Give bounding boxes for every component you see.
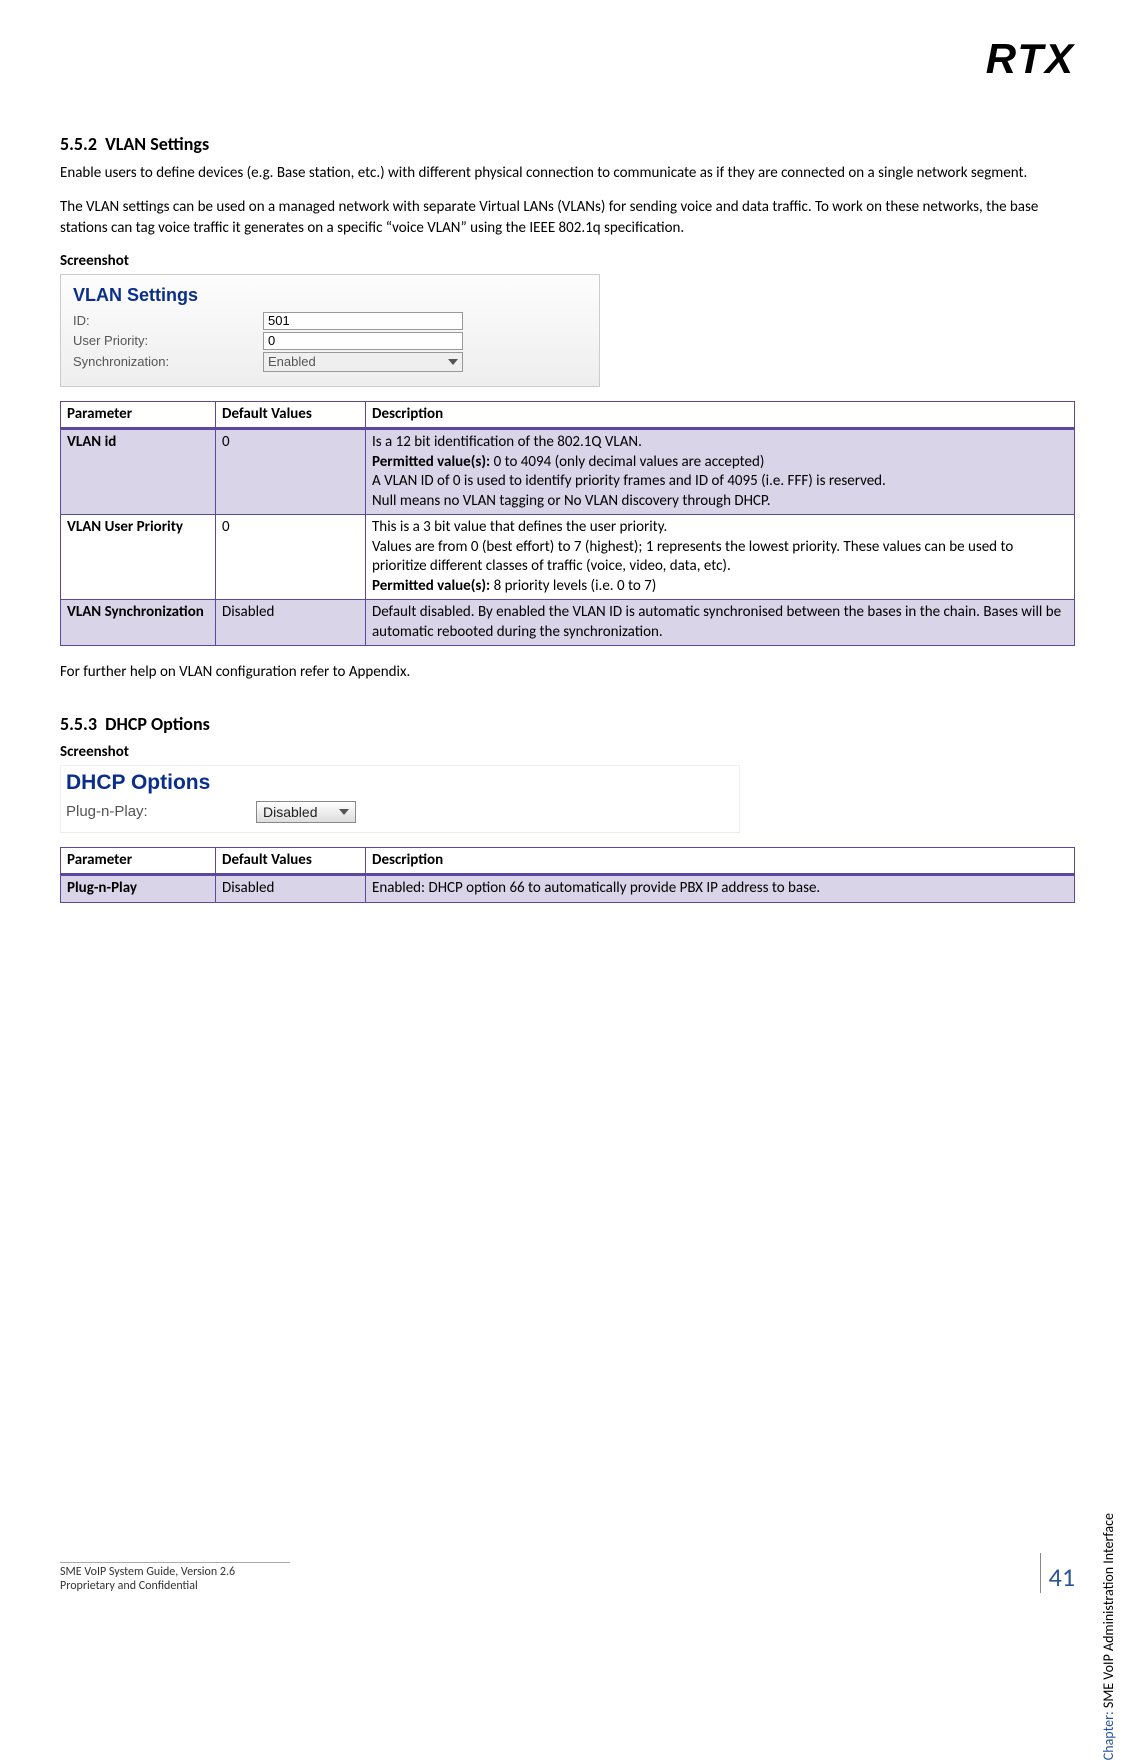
th-description: Description [366,847,1075,875]
dhcp-pnp-select[interactable]: Disabled [256,801,356,823]
th-description: Description [366,401,1075,429]
section-heading-552: 5.5.2 VLAN Settings [60,133,1075,155]
vlan-id-input[interactable] [263,312,463,330]
vlan-up-label: User Priority: [73,333,263,348]
chapter-side-label: Chapter: SME VoIP Administration Interfa… [1100,1513,1117,1760]
table-row: VLAN Synchronization Disabled Default di… [61,600,1075,646]
vlan-ss-title: VLAN Settings [73,285,587,306]
vlan-screenshot: VLAN Settings ID: User Priority: Synchro… [60,274,600,387]
dhcp-param-table: Parameter Default Values Description Plu… [60,847,1075,903]
dhcp-pnp-label: Plug-n-Play: [66,803,256,820]
section-heading-553: 5.5.3 DHCP Options [60,713,1075,735]
table-row: VLAN id 0 Is a 12 bit identification of … [61,429,1075,515]
vlan-sync-select[interactable]: Enabled [263,352,463,372]
th-parameter: Parameter [61,847,216,875]
rtx-logo: RTX [986,35,1075,83]
page-number: 41 [1040,1553,1075,1593]
th-parameter: Parameter [61,401,216,429]
screenshot-label-2: Screenshot [60,743,1075,761]
chevron-down-icon [448,359,458,365]
vlan-sync-label: Synchronization: [73,354,263,369]
page-header: RTX [60,35,1075,103]
dhcp-screenshot: DHCP Options Plug-n-Play: Disabled [60,765,740,833]
screenshot-label-1: Screenshot [60,252,1075,270]
dhcp-ss-title: DHCP Options [62,771,738,795]
table-row: Plug-n-Play Disabled Enabled: DHCP optio… [61,875,1075,903]
th-default: Default Values [216,847,366,875]
vlan-appendix-note: For further help on VLAN configuration r… [60,662,1075,682]
page-footer: SME VoIP System Guide, Version 2.6 Propr… [60,1553,1075,1593]
th-default: Default Values [216,401,366,429]
footer-guide: SME VoIP System Guide, Version 2.6 [60,1565,290,1579]
vlan-intro-1: Enable users to define devices (e.g. Bas… [60,163,1075,183]
vlan-param-table: Parameter Default Values Description VLA… [60,401,1075,647]
chevron-down-icon [339,809,349,815]
vlan-up-input[interactable] [263,332,463,350]
footer-confidential: Proprietary and Confidential [60,1579,290,1593]
table-row: VLAN User Priority 0 This is a 3 bit val… [61,515,1075,600]
vlan-intro-2: The VLAN settings can be used on a manag… [60,197,1075,238]
vlan-id-label: ID: [73,313,263,328]
